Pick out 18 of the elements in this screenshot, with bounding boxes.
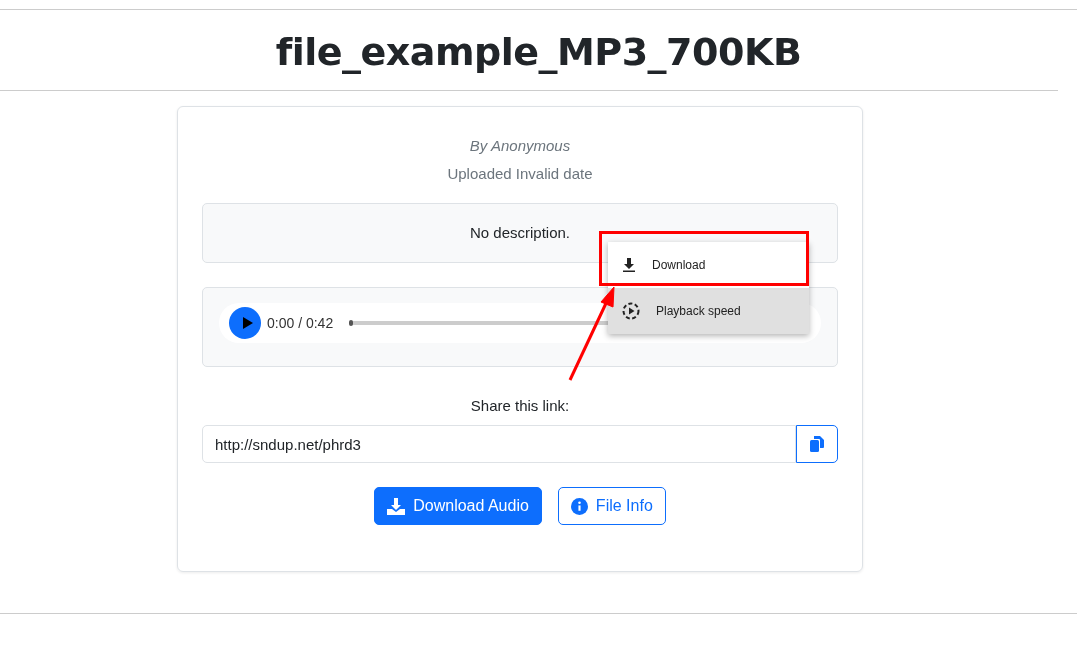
download-icon: [622, 258, 636, 272]
copy-icon: [810, 436, 824, 452]
copy-button[interactable]: [796, 425, 838, 463]
progress-thumb[interactable]: [349, 320, 354, 326]
page-title: file_example_MP3_700KB: [274, 29, 803, 76]
download-button[interactable]: Download Audio: [374, 487, 542, 525]
info-icon: [570, 497, 588, 515]
menu-item[interactable]: Playback speed: [608, 288, 809, 334]
time-text: 0:00 / 0:42: [267, 315, 334, 331]
upload-date: Uploaded Invalid date: [446, 165, 594, 184]
info-button[interactable]: File Info: [557, 487, 666, 525]
play-icon: [240, 317, 253, 329]
download-icon: [387, 497, 406, 515]
share-label: Share this link:: [469, 397, 571, 415]
link-field[interactable]: http://sndup.net/phrd3: [202, 425, 796, 463]
play-button[interactable]: [229, 307, 261, 339]
author-text: By Anonymous: [468, 136, 572, 156]
playback-speed-icon: [622, 302, 640, 320]
